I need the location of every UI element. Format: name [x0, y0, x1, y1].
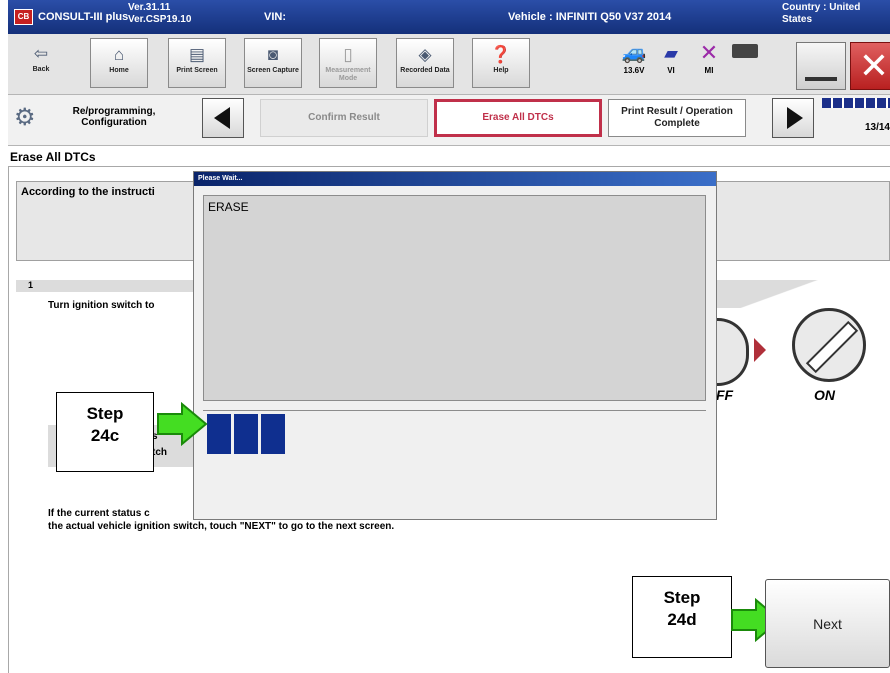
vi-device-icon: ▰: [664, 43, 678, 63]
prev-step-button[interactable]: [202, 98, 244, 138]
car-icon: 🚙: [621, 42, 647, 64]
dialog-message-area: ERASE: [203, 195, 706, 401]
on-label: ON: [814, 387, 835, 403]
dialog-divider: [203, 410, 706, 411]
step1-text: Turn ignition switch to: [48, 300, 155, 311]
callout-step-24d: Step 24d: [632, 576, 732, 658]
country-line1: Country : United: [782, 2, 861, 13]
off-label: FF: [716, 387, 734, 403]
consult-logo-icon: CB: [14, 9, 33, 25]
next-button[interactable]: Next: [765, 579, 890, 668]
dialog-title: Please Wait...: [194, 172, 716, 186]
minimize-button[interactable]: [796, 42, 846, 90]
dialog-message: ERASE: [208, 200, 249, 214]
ignition-on-dial: [792, 308, 866, 382]
content-left-border: [8, 166, 9, 673]
title-bar: CB CONSULT-III plus Ver.31.11 Ver.CSP19.…: [8, 0, 890, 34]
version-line2: Ver.CSP19.10: [128, 14, 192, 25]
recorded-data-button[interactable]: ◈ Recorded Data: [396, 38, 454, 88]
measurement-icon: ▯: [343, 45, 353, 64]
footer-line2: the actual vehicle ignition switch, touc…: [48, 521, 395, 532]
left-arrow-icon: [214, 107, 230, 129]
page-counter: 13/14: [864, 122, 890, 133]
mi-disconnected-icon: ✕: [699, 40, 719, 65]
step-progress-bar: [822, 98, 890, 108]
close-icon: ✕: [858, 45, 890, 86]
home-button[interactable]: ⌂ Home: [90, 38, 148, 88]
screen-capture-button[interactable]: ◙ Screen Capture: [244, 38, 302, 88]
mi-status: ✕ MI: [694, 40, 724, 75]
print-screen-button[interactable]: ▤ Print Screen: [168, 38, 226, 88]
help-button[interactable]: ❓ Help: [472, 38, 530, 88]
vi-status: ▰ VI: [656, 40, 686, 75]
right-arrow-icon: [787, 107, 803, 129]
monitor-icon: [732, 44, 758, 58]
screen-title: Erase All DTCs: [10, 150, 96, 164]
battery-status: 🚙 13.6V: [616, 40, 652, 75]
vehicle-info: Vehicle : INFINITI Q50 V37 2014: [508, 11, 672, 23]
progress-block: [261, 414, 285, 454]
toolbar: ⇦ Back ⌂ Home ▤ Print Screen ◙ Screen Ca…: [8, 34, 890, 95]
transition-arrow-icon: [754, 338, 766, 362]
section-label: Re/programming, Configuration: [72, 106, 156, 128]
step-confirm-result: Confirm Result: [260, 99, 428, 137]
ignition-key-slot-icon: [805, 320, 859, 374]
progress-block: [207, 414, 231, 454]
footer-line1: If the current status c: [48, 508, 150, 519]
vin-label: VIN:: [264, 11, 286, 23]
green-arrow-icon: [157, 402, 208, 446]
country-line2: States: [782, 14, 813, 25]
step-progress: 13/14: [822, 98, 890, 133]
minimize-icon: [805, 77, 837, 81]
instruction-text: According to the instructi: [21, 186, 155, 198]
step-erase-all-dtcs: Erase All DTCs: [434, 99, 602, 137]
progress-block: [234, 414, 258, 454]
please-wait-dialog: Please Wait... ERASE: [193, 171, 717, 520]
next-step-arrow-button[interactable]: [772, 98, 814, 138]
camera-icon: ◙: [267, 45, 279, 64]
step-print-result: Print Result / Operation Complete: [608, 99, 746, 137]
wrench-config-icon: ⚙: [14, 104, 36, 131]
help-icon: ❓: [490, 45, 512, 64]
back-arrow-icon: ⇦: [33, 44, 49, 63]
back-button[interactable]: ⇦ Back: [16, 38, 66, 88]
step1-number: 1: [28, 280, 34, 290]
app-name: CONSULT-III plus: [38, 11, 129, 23]
home-icon: ⌂: [113, 45, 125, 64]
ignition-off-dial: [712, 318, 749, 386]
callout-step-24c: Step 24c: [56, 392, 154, 472]
nav-bar: ⚙ Re/programming, Configuration Confirm …: [8, 95, 890, 146]
recorded-data-icon: ◈: [418, 45, 432, 64]
measurement-mode-button[interactable]: ▯ Measurement Mode: [319, 38, 377, 88]
version-line1: Ver.31.11: [128, 2, 171, 13]
step1-header-fold: [716, 280, 890, 308]
printer-icon: ▤: [188, 45, 206, 64]
title-divider: [8, 166, 890, 167]
close-button[interactable]: ✕: [850, 42, 890, 90]
